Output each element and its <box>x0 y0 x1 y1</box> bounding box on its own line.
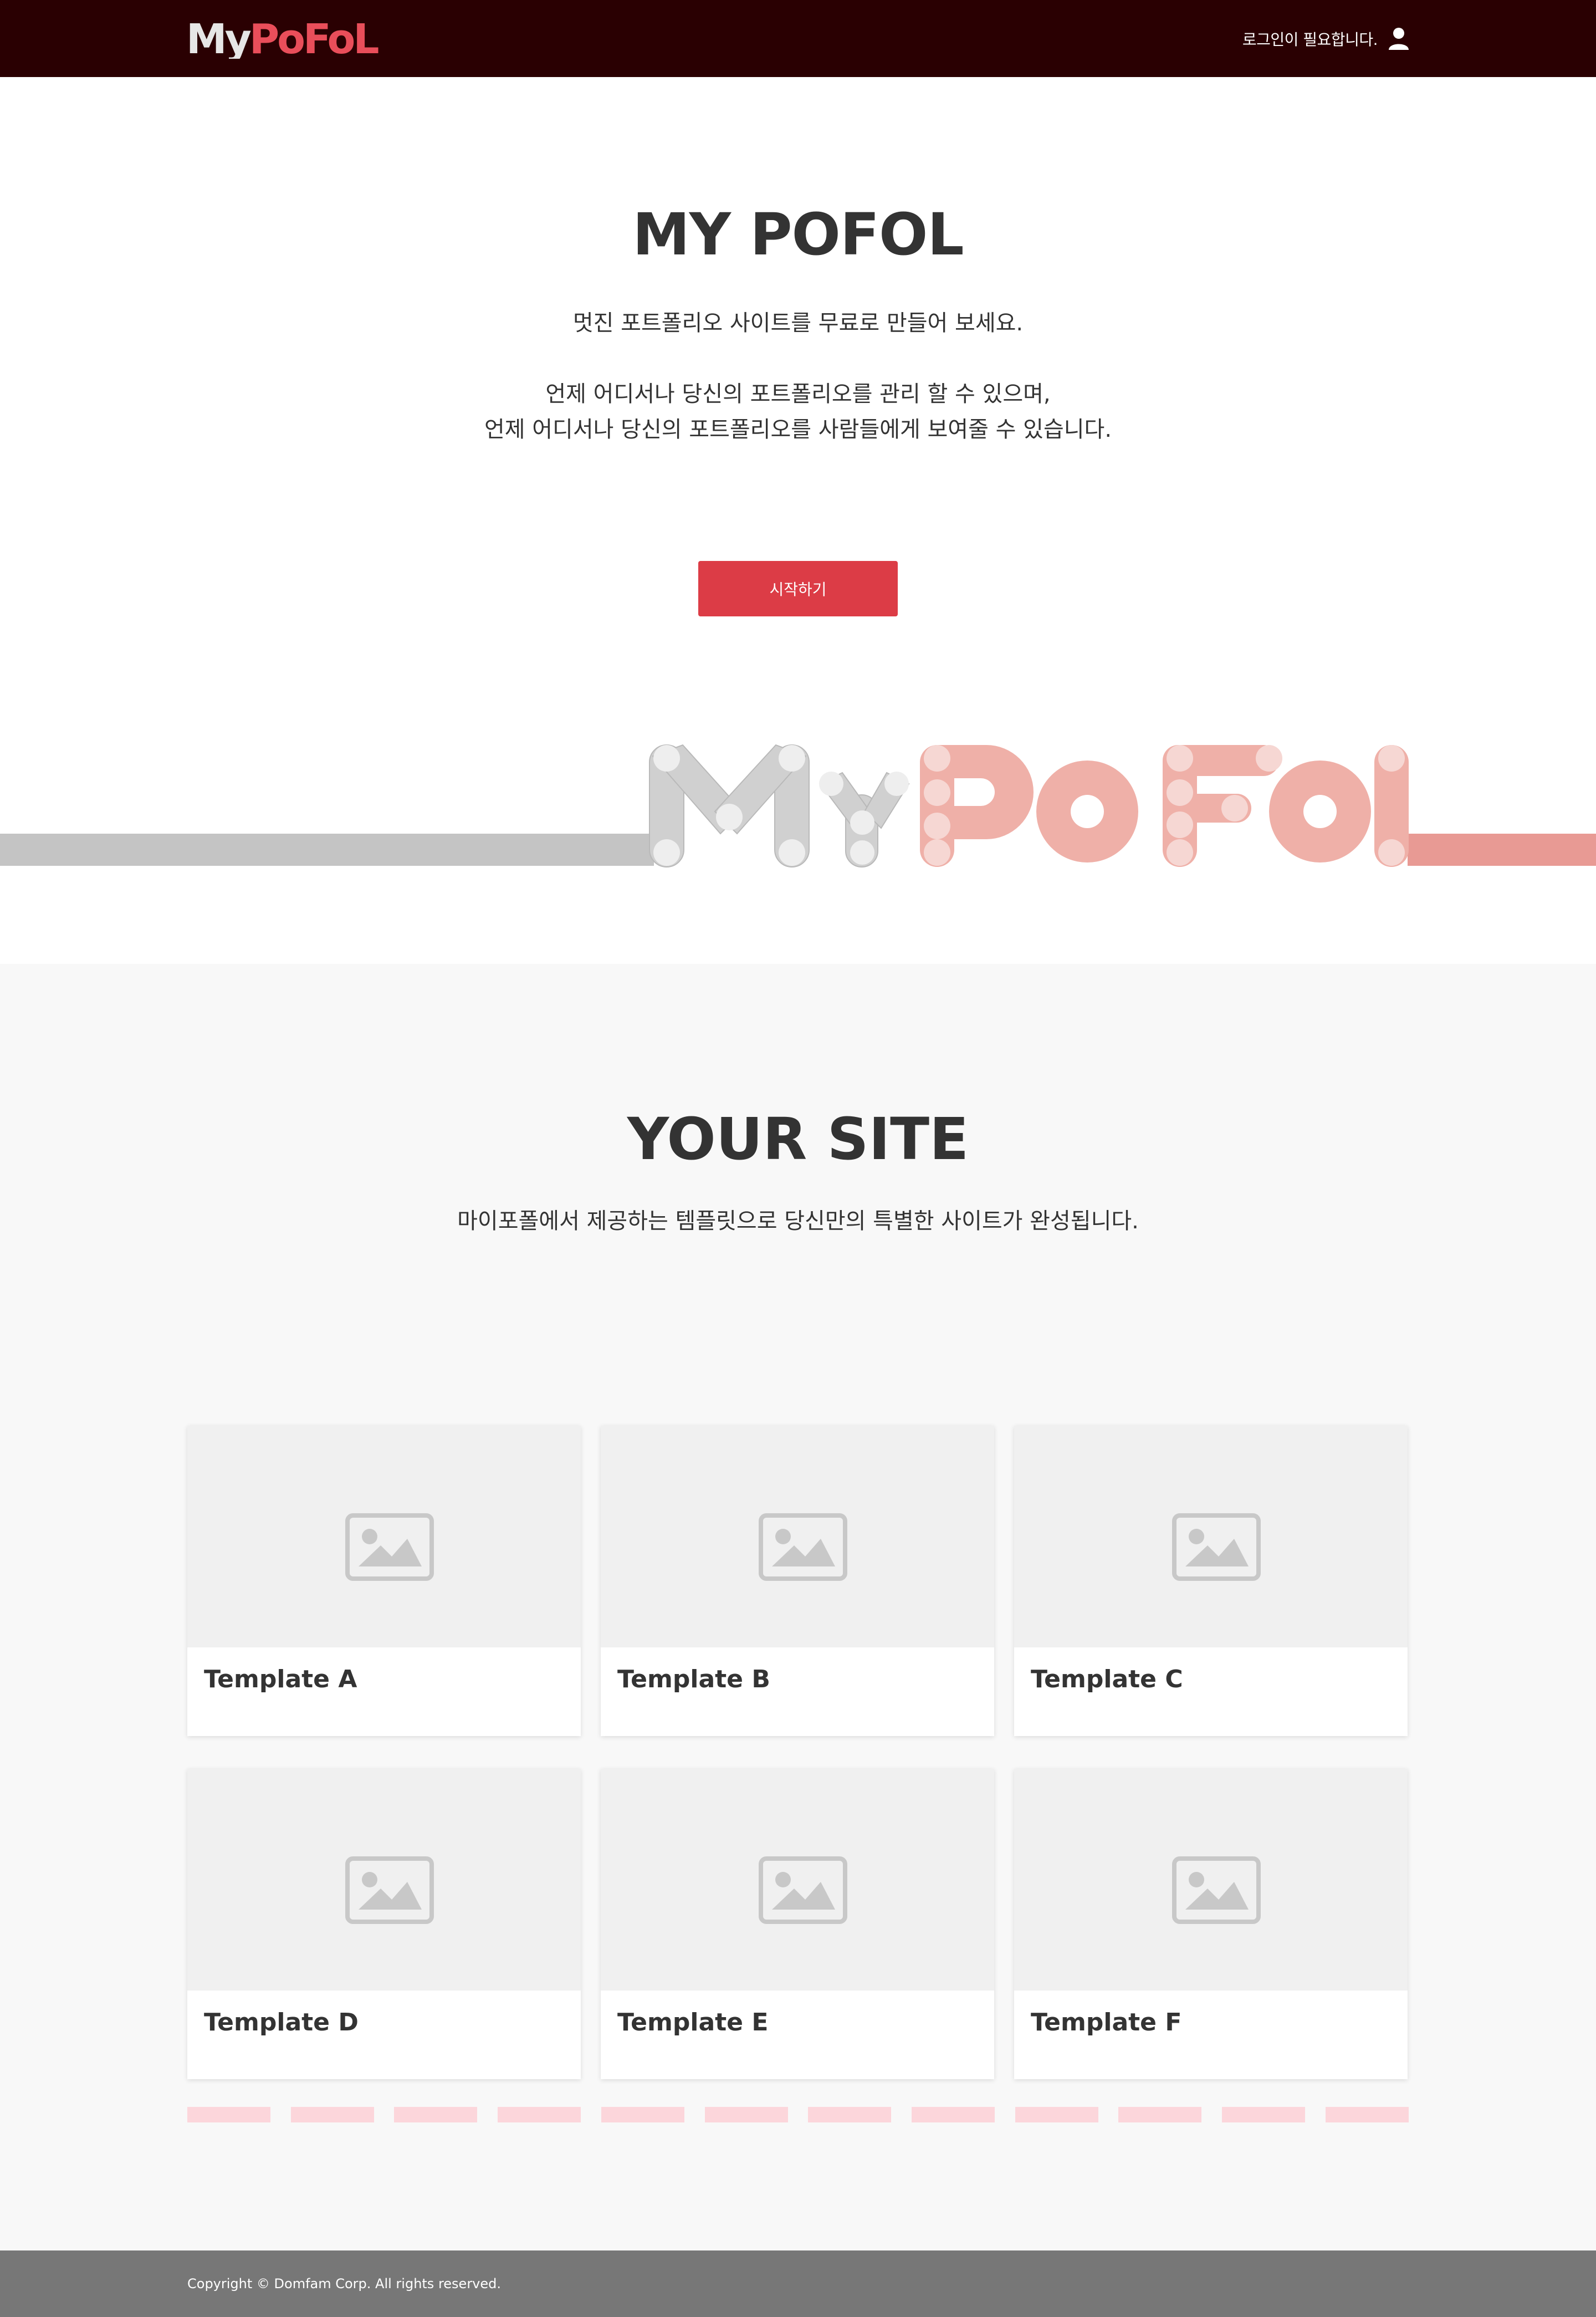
template-label: Template B <box>617 1665 770 1693</box>
hero-title: MY POFOL <box>632 201 964 268</box>
svg-text:MyPoFoL: MyPoFoL <box>186 19 378 59</box>
pager-dot[interactable] <box>290 2107 374 2122</box>
pager-dot[interactable] <box>394 2107 478 2122</box>
template-thumbnail <box>187 1769 581 1991</box>
your-site-section: YOUR SITE 마이포폴에서 제공하는 템플릿으로 당신만의 특별한 사이트… <box>0 964 1596 2250</box>
section-subtitle: 마이포폴에서 제공하는 템플릿으로 당신만의 특별한 사이트가 완성됩니다. <box>457 1208 1139 1234</box>
hero-logo-art <box>0 744 1596 867</box>
template-thumbnail <box>187 1426 581 1647</box>
hero-description: 멋진 포트폴리오 사이트를 무료로 만들어 보세요. 언제 어디서나 당신의 포… <box>0 305 1596 447</box>
template-card-a[interactable]: Template A <box>187 1426 581 1736</box>
template-label: Template D <box>204 2008 359 2037</box>
template-thumbnail <box>601 1426 994 1647</box>
image-placeholder-icon <box>1172 1513 1261 1581</box>
section-title: YOUR SITE <box>627 1105 969 1173</box>
footer: Copyright © Domfam Corp. All rights rese… <box>0 2250 1596 2317</box>
template-card-d[interactable]: Template D <box>187 1769 581 2079</box>
pager-dot[interactable] <box>704 2107 788 2122</box>
template-thumbnail <box>1014 1426 1408 1647</box>
start-button[interactable]: 시작하기 <box>698 561 898 616</box>
top-nav: MyPoFoL 로그인이 필요합니다. <box>0 0 1596 77</box>
login-link[interactable]: 로그인이 필요합니다. <box>1242 24 1410 53</box>
pager-dot[interactable] <box>1118 2107 1202 2122</box>
hero-line-3: 언제 어디서나 당신의 포트폴리오를 사람들에게 보여줄 수 있습니다. <box>484 417 1112 442</box>
image-placeholder-icon <box>345 1856 434 1924</box>
pager-dot[interactable] <box>1222 2107 1306 2122</box>
user-icon <box>1389 28 1409 50</box>
pager-dot[interactable] <box>808 2107 892 2122</box>
pager-dot[interactable] <box>912 2107 995 2122</box>
pager-dot[interactable] <box>498 2107 581 2122</box>
template-card-e[interactable]: Template E <box>601 1769 994 2079</box>
pager-dot[interactable] <box>1015 2107 1098 2122</box>
image-placeholder-icon <box>759 1856 847 1924</box>
image-placeholder-icon <box>1172 1856 1261 1924</box>
template-label: Template A <box>204 1665 357 1693</box>
pager-dot[interactable] <box>1325 2107 1409 2122</box>
pager-dot[interactable] <box>187 2107 270 2122</box>
image-placeholder-icon <box>345 1513 434 1581</box>
hero-section: MY POFOL 멋진 포트폴리오 사이트를 무료로 만들어 보세요. 언제 어… <box>0 77 1596 964</box>
template-card-b[interactable]: Template B <box>601 1426 994 1736</box>
image-placeholder-icon <box>759 1513 847 1581</box>
hero-line-1: 멋진 포트폴리오 사이트를 무료로 만들어 보세요. <box>572 310 1024 336</box>
copyright-text: Copyright © Domfam Corp. All rights rese… <box>187 2276 502 2292</box>
template-thumbnail <box>601 1769 994 1991</box>
template-pagination <box>187 2107 1409 2122</box>
template-card-f[interactable]: Template F <box>1014 1769 1408 2079</box>
mypofol-logo[interactable]: MyPoFoL <box>186 19 402 59</box>
hero-line-2: 언제 어디서나 당신의 포트폴리오를 관리 할 수 있으며, <box>545 381 1051 407</box>
template-label: Template E <box>617 2008 769 2037</box>
pager-dot[interactable] <box>601 2107 684 2122</box>
template-card-c[interactable]: Template C <box>1014 1426 1408 1736</box>
template-label: Template F <box>1031 2008 1182 2037</box>
template-label: Template C <box>1031 1665 1183 1693</box>
template-thumbnail <box>1014 1769 1408 1991</box>
login-text: 로그인이 필요합니다. <box>1242 30 1378 49</box>
